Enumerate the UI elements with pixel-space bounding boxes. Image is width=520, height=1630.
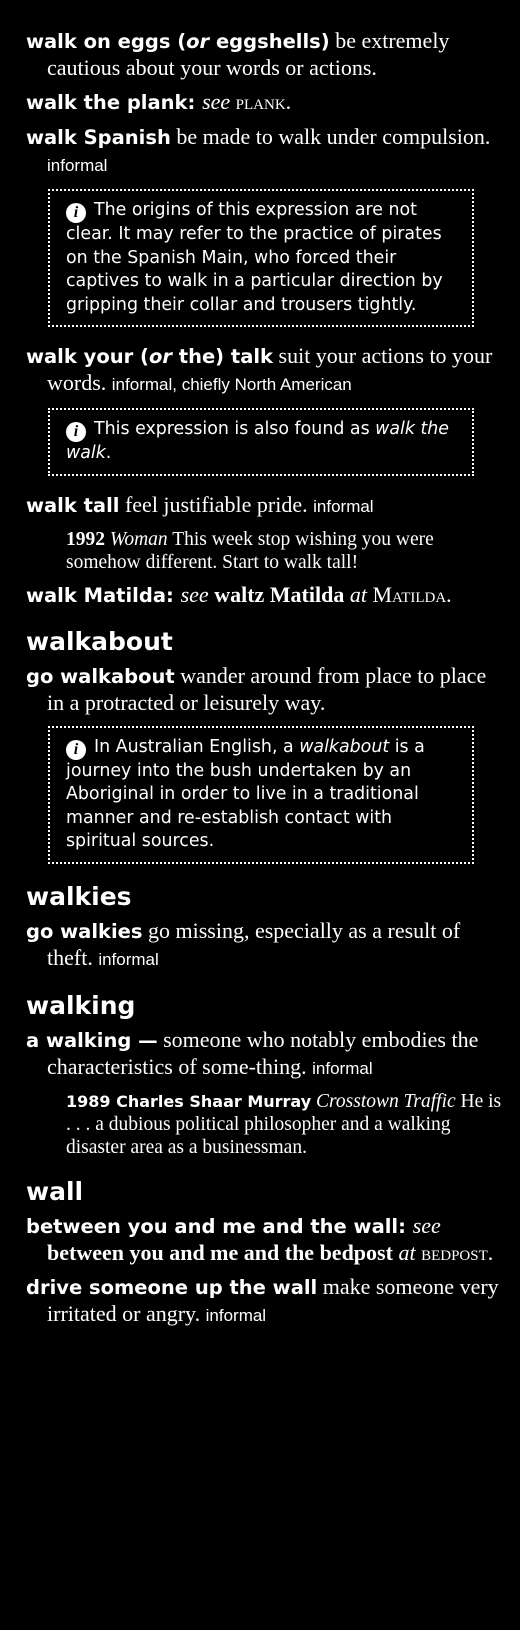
cross-ref-phrase[interactable]: waltz Matilda	[214, 582, 344, 607]
entry-drive-up-the-wall: drive someone up the wall make someone v…	[26, 1274, 502, 1329]
cross-ref-target[interactable]: plank.	[236, 89, 292, 114]
usage-label: informal	[312, 1058, 373, 1078]
entry-walk-on-eggs: walk on eggs (or eggshells) be extremely…	[26, 28, 502, 81]
note-text: In Australian English, a	[94, 736, 300, 757]
entry-walk-spanish: walk Spanish be made to walk under compu…	[26, 124, 502, 179]
cross-ref-at: at	[398, 1239, 416, 1265]
entry-phrase: walk the plank	[26, 91, 188, 114]
usage-label: informal	[47, 156, 108, 175]
usage-label: informal	[205, 1305, 267, 1325]
note-text: The origins of this expression are not c…	[66, 200, 443, 315]
dictionary-page: walk on eggs (or eggshells) be extremely…	[26, 28, 502, 1337]
quote-year: 1989 Charles Shaar Murray	[66, 1091, 312, 1111]
cross-ref-at: at	[349, 581, 367, 607]
entry-phrase: walk tall	[26, 493, 120, 517]
entry-walk-your-talk: walk your (or the) talk suit your action…	[26, 343, 502, 398]
usage-label: informal, chiefly North American	[111, 375, 352, 394]
entry-phrase: between you and me and the wall	[26, 1214, 399, 1238]
entry-walk-the-plank: walk the plank: see plank.	[26, 89, 292, 114]
entry-walk-tall: walk tall feel justifiable pride. inform…	[26, 492, 502, 520]
entry-phrase-tail: the) talk	[171, 345, 274, 368]
info-icon: i	[66, 203, 86, 223]
entry-a-walking: a walking — someone who notably embodies…	[26, 1027, 502, 1082]
entry-phrase-tail: eggshells)	[209, 30, 330, 53]
usage-label: informal	[313, 496, 374, 516]
entry-phrase: go walkies	[26, 919, 143, 943]
cross-ref-target[interactable]: Matilda.	[372, 582, 451, 607]
quote-year: 1992	[66, 528, 105, 550]
entry-phrase: walk Matilda	[26, 583, 166, 607]
entry-walk-matilda: walk Matilda: see waltz Matilda at Matil…	[26, 581, 452, 607]
entry-definition: be made to walk under compulsion.	[170, 124, 491, 149]
entry-phrase: drive someone up the wall	[26, 1275, 318, 1299]
entry-go-walkies: go walkies go missing, especially as a r…	[26, 918, 502, 973]
quotation-walk-tall: 1992 Woman This week stop wishing you we…	[66, 528, 502, 574]
quotation-walking: 1989 Charles Shaar Murray Crosstown Traf…	[66, 1090, 502, 1159]
note-text: This expression is also found as	[94, 419, 376, 439]
entry-phrase: walk on eggs (	[26, 30, 187, 53]
note-italic: walkabout	[299, 736, 390, 757]
cross-ref-see: see	[180, 581, 209, 607]
info-icon: i	[66, 422, 86, 442]
cross-ref-phrase[interactable]: between you and me and the bedpost	[47, 1240, 393, 1265]
entry-phrase-or: or	[186, 30, 210, 53]
entry-phrase: walk your (	[26, 345, 149, 368]
cross-ref-see: see	[412, 1212, 441, 1238]
note-box-spanish: i The origins of this expression are not …	[48, 189, 474, 327]
headword-wall: wall	[26, 1176, 84, 1206]
quote-source: Crosstown Traffic	[316, 1090, 456, 1112]
headword-walkies: walkies	[26, 881, 132, 911]
note-box-walkabout: i In Australian English, a walkabout is a…	[48, 725, 474, 864]
headword-walkabout: walkabout	[26, 626, 173, 656]
entry-phrase: go walkabout	[26, 664, 175, 688]
entry-definition: feel justifiable pride.	[119, 491, 308, 517]
quote-source: Woman	[109, 528, 168, 550]
entry-between-you-and-me: between you and me and the wall: see bet…	[26, 1212, 494, 1265]
note-box-talk: i This expression is also found as walk t…	[48, 408, 474, 476]
cross-ref-target[interactable]: bedpost.	[421, 1240, 493, 1265]
cross-ref-see: see	[202, 89, 231, 114]
note-end: .	[105, 443, 112, 463]
entry-phrase: walk Spanish	[26, 126, 171, 149]
info-icon: i	[66, 739, 86, 760]
headword-walking: walking	[26, 990, 136, 1020]
entry-go-walkabout: go walkabout wander around from place to…	[26, 663, 502, 716]
entry-phrase: a walking —	[26, 1028, 158, 1052]
usage-label: informal	[98, 949, 159, 969]
entry-phrase-or: or	[148, 345, 172, 368]
